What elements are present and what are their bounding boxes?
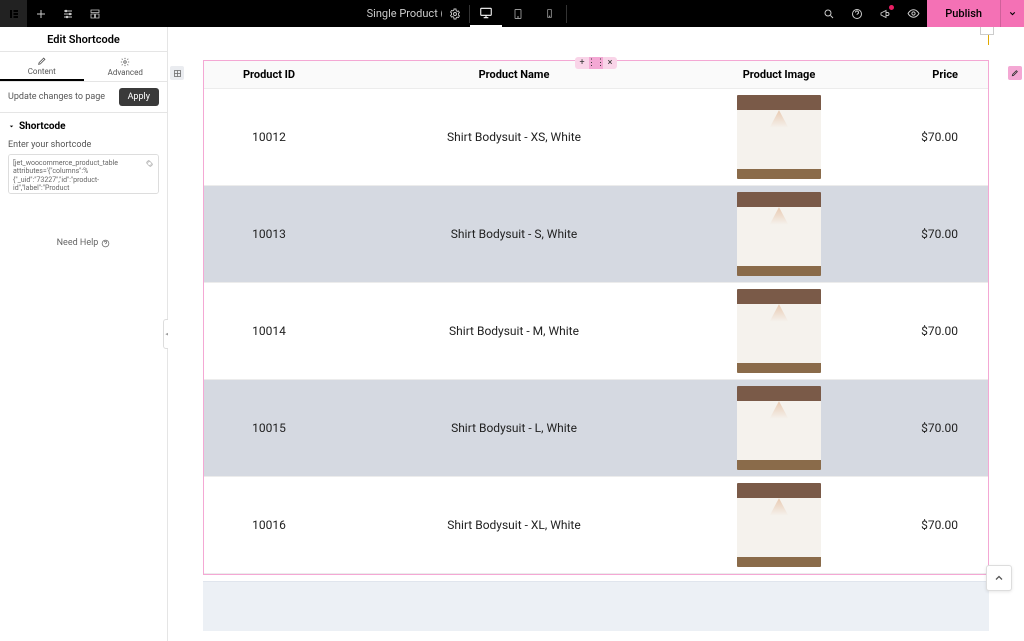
cell-price: $70.00 — [864, 380, 988, 477]
need-help-label: Need Help — [57, 238, 99, 248]
cell-name: Shirt Bodysuit - XS, White — [334, 89, 694, 186]
top-bar: Single Product (v... Pub — [0, 0, 1024, 27]
publish-button[interactable]: Publish — [927, 0, 1000, 27]
editor-canvas: + ⋮⋮ × Product ID Product Name Product I… — [168, 27, 1024, 641]
product-image — [737, 386, 821, 470]
editor-sidebar: Edit Shortcode Content Advanced Update c… — [0, 27, 168, 641]
structure-button[interactable] — [81, 0, 108, 27]
col-header-image: Product Image — [694, 61, 864, 89]
edit-column-handle[interactable] — [170, 66, 184, 80]
cell-image — [694, 89, 864, 186]
cell-id: 10015 — [204, 380, 334, 477]
cell-name: Shirt Bodysuit - L, White — [334, 380, 694, 477]
cell-name: Shirt Bodysuit - S, White — [334, 186, 694, 283]
product-image — [737, 289, 821, 373]
topbar-left — [0, 0, 108, 27]
section-delete-button[interactable]: × — [603, 57, 617, 69]
elementor-logo-button[interactable] — [0, 0, 27, 27]
product-image — [737, 192, 821, 276]
page-settings-button[interactable] — [442, 0, 469, 27]
publish-dropdown-button[interactable] — [1000, 0, 1024, 27]
chevron-down-icon — [1008, 9, 1017, 18]
preview-button[interactable] — [899, 0, 927, 27]
site-settings-button[interactable] — [54, 0, 81, 27]
col-header-price: Price — [864, 61, 988, 89]
update-label: Update changes to page — [8, 92, 105, 102]
notification-dot-icon — [889, 5, 894, 10]
topbar-right: Publish — [815, 0, 1024, 27]
cell-price: $70.00 — [864, 186, 988, 283]
cell-image — [694, 283, 864, 380]
cell-name: Shirt Bodysuit - XL, White — [334, 477, 694, 574]
add-element-button[interactable] — [27, 0, 54, 27]
document-title-text: Single Product (v... — [367, 7, 442, 20]
col-header-name: Product Name — [334, 61, 694, 89]
shortcode-input-wrap — [8, 154, 159, 198]
product-table-widget[interactable]: Product ID Product Name Product Image Pr… — [203, 60, 989, 575]
table-row: 10012 Shirt Bodysuit - XS, White $70.00 — [204, 89, 988, 186]
sidebar-tabs: Content Advanced — [0, 52, 167, 82]
cell-image — [694, 186, 864, 283]
help-button[interactable] — [843, 0, 871, 27]
product-image — [737, 483, 821, 567]
next-section-placeholder[interactable] — [203, 581, 989, 631]
dynamic-tags-icon[interactable] — [145, 159, 154, 171]
cell-image — [694, 380, 864, 477]
topbar-center: Single Product (v... — [357, 0, 567, 27]
cell-price: $70.00 — [864, 283, 988, 380]
sidebar-title: Edit Shortcode — [0, 27, 167, 52]
gear-icon — [120, 57, 130, 67]
table-row: 10015 Shirt Bodysuit - L, White $70.00 — [204, 380, 988, 477]
widget-edit-button[interactable] — [1008, 66, 1022, 80]
cell-id: 10014 — [204, 283, 334, 380]
shortcode-field-label: Enter your shortcode — [0, 140, 167, 154]
update-row: Update changes to page Apply — [0, 82, 167, 113]
tab-advanced[interactable]: Advanced — [84, 52, 168, 81]
shortcode-section-toggle[interactable]: Shortcode — [0, 113, 167, 140]
document-title-dropdown[interactable]: Single Product (v... — [357, 7, 442, 20]
scroll-to-top-button[interactable] — [986, 565, 1012, 591]
cell-id: 10016 — [204, 477, 334, 574]
caret-down-icon — [8, 123, 15, 130]
section-toolbar: + ⋮⋮ × — [575, 57, 617, 69]
table-row: 10013 Shirt Bodysuit - S, White $70.00 — [204, 186, 988, 283]
tab-content-label: Content — [28, 67, 56, 76]
cell-id: 10012 — [204, 89, 334, 186]
cell-image — [694, 477, 864, 574]
device-mobile-button[interactable] — [534, 0, 566, 27]
need-help-link[interactable]: Need Help — [0, 238, 167, 248]
chevron-up-icon — [993, 572, 1005, 584]
table-row: 10014 Shirt Bodysuit - M, White $70.00 — [204, 283, 988, 380]
help-icon — [101, 239, 110, 248]
product-table: Product ID Product Name Product Image Pr… — [204, 61, 988, 574]
cell-price: $70.00 — [864, 477, 988, 574]
shortcode-section-label: Shortcode — [19, 121, 66, 132]
section-drag-handle[interactable]: ⋮⋮ — [589, 57, 603, 69]
shortcode-textarea[interactable] — [8, 154, 159, 194]
col-header-id: Product ID — [204, 61, 334, 89]
tab-content[interactable]: Content — [0, 52, 84, 81]
product-image — [737, 95, 821, 179]
cell-name: Shirt Bodysuit - M, White — [334, 283, 694, 380]
finder-button[interactable] — [815, 0, 843, 27]
canvas-inner: + ⋮⋮ × Product ID Product Name Product I… — [168, 27, 1024, 641]
section-frame-edge — [203, 27, 989, 45]
device-tablet-button[interactable] — [502, 0, 534, 27]
apply-button[interactable]: Apply — [119, 88, 159, 106]
divider — [566, 5, 567, 23]
cell-id: 10013 — [204, 186, 334, 283]
device-desktop-button[interactable] — [470, 0, 502, 27]
pencil-icon — [37, 56, 47, 66]
table-row: 10016 Shirt Bodysuit - XL, White $70.00 — [204, 477, 988, 574]
whats-new-button[interactable] — [871, 0, 899, 27]
tab-advanced-label: Advanced — [108, 68, 143, 77]
cell-price: $70.00 — [864, 89, 988, 186]
